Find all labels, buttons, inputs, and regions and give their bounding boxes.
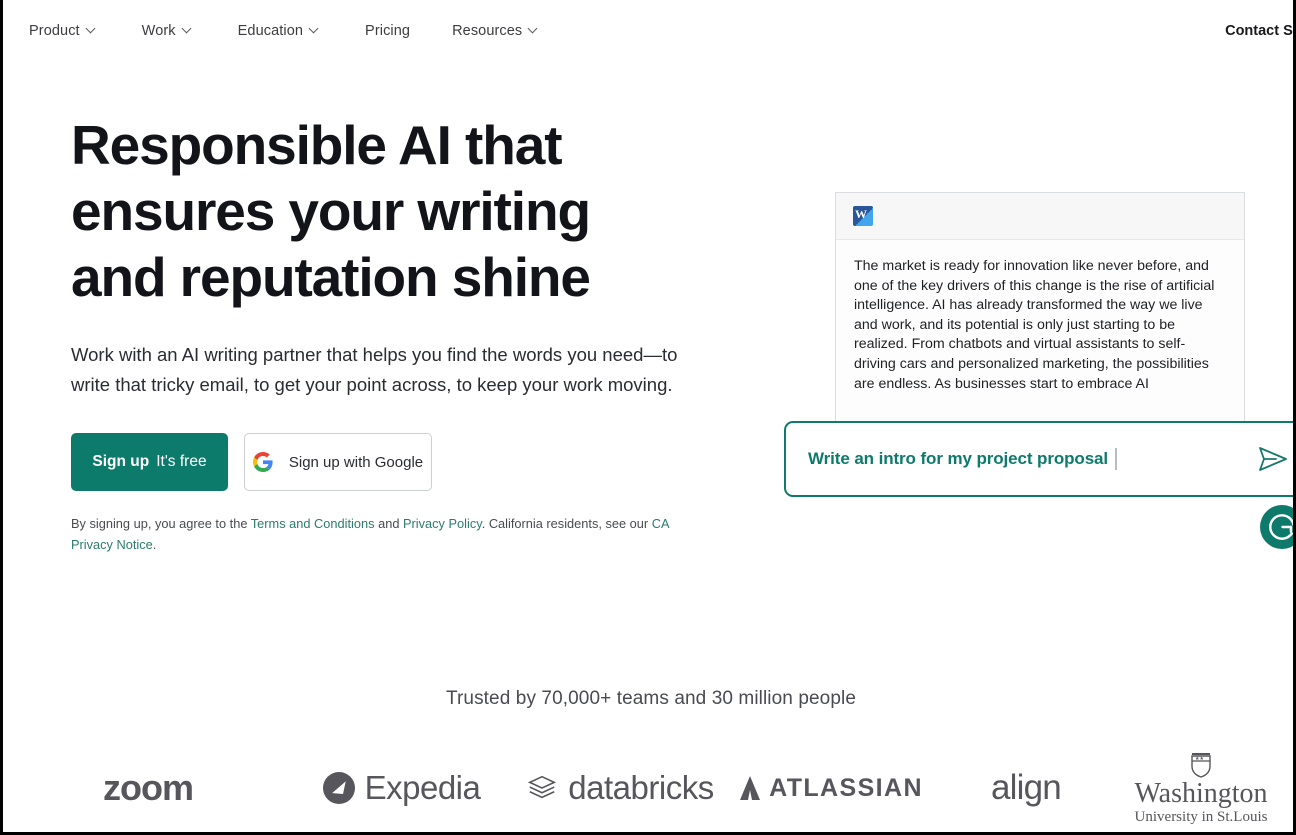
customer-logo-strip: zoom Expedia databricks ATLASSIAN align … [3,748,1293,828]
trusted-by-caption: Trusted by 70,000+ teams and 30 million … [445,688,856,709]
privacy-policy-link[interactable]: Privacy Policy [403,516,482,531]
main-navigation: Product Work Education Pricing Resources… [3,0,1293,62]
legal-text-2: and [374,516,403,531]
hero-section: Responsible AI that ensures your writing… [71,112,771,555]
nav-item-resources[interactable]: Resources [452,23,538,39]
logo-expedia: Expedia [293,769,509,807]
nav-item-product[interactable]: Product [29,23,96,39]
databricks-mark-icon [526,772,558,804]
nav-right-group: Contact Sales [1225,0,1293,62]
browser-viewport: Product Work Education Pricing Resources… [0,0,1296,835]
sign-up-button-suffix: It's free [156,453,207,470]
logo-zoom-label: zoom [103,767,194,808]
document-preview-card: The market is ready for innovation like … [835,192,1245,422]
chevron-down-icon [529,25,538,34]
nav-item-label: Education [237,23,304,39]
legal-disclaimer: By signing up, you agree to the Terms an… [71,513,681,555]
logo-databricks: databricks [509,769,731,807]
nav-item-label: Resources [452,23,523,39]
google-icon [252,452,273,472]
wustl-name-label: Washington [1134,777,1268,809]
nav-item-education[interactable]: Education [238,23,319,39]
terms-and-conditions-link[interactable]: Terms and Conditions [251,516,375,531]
logo-align-label: align [991,768,1062,807]
wustl-sub-label: University in St.Louis [1134,808,1268,825]
send-paper-plane-icon[interactable] [1256,442,1290,476]
nav-item-label: Pricing [365,23,411,39]
ai-prompt-text: Write an intro for my project proposal [808,449,1109,468]
logo-align: align [931,768,1121,808]
sign-up-button[interactable]: Sign up It's free [71,433,228,491]
sign-up-with-google-button[interactable]: Sign up with Google [244,433,432,491]
logo-zoom: zoom [3,767,293,809]
text-cursor [1115,448,1117,470]
nav-item-work[interactable]: Work [142,23,192,39]
logo-databricks-label: databricks [568,769,714,806]
contact-sales-link[interactable]: Contact Sales [1225,23,1293,39]
document-body-text: The market is ready for innovation like … [854,258,1215,392]
nav-item-label: Work [141,23,176,39]
page-title: Responsible AI that ensures your writing… [71,114,591,308]
chevron-down-icon [87,25,96,34]
svg-text:★★: ★★ [1195,756,1204,762]
nav-item-pricing[interactable]: Pricing [365,23,410,39]
logo-washington-university: ★★ Washington University in St.Louis [1121,751,1281,826]
ai-prompt-input[interactable]: Write an intro for my project proposal [784,421,1293,497]
legal-text-1: By signing up, you agree to the [71,516,251,531]
legal-text-4: . [152,537,157,552]
atlassian-mark-icon [739,775,761,801]
document-toolbar [836,193,1244,240]
logo-expedia-label: Expedia [364,769,481,806]
expedia-mark-icon [322,771,356,805]
google-button-label: Sign up with Google [288,453,424,471]
legal-text-3: . California residents, see our [481,516,652,531]
grammarly-g-icon[interactable] [1260,505,1293,549]
chevron-down-icon [310,25,319,34]
cta-button-row: Sign up It's free Sign up with Google [71,433,771,491]
wustl-crest-icon: ★★ [1187,751,1215,779]
logo-atlassian: ATLASSIAN [731,774,931,803]
nav-item-label: Product [29,23,80,39]
microsoft-word-icon [853,206,873,226]
chevron-down-icon [183,25,192,34]
hero-subheadline: Work with an AI writing partner that hel… [71,344,678,395]
logo-atlassian-label: ATLASSIAN [769,773,923,802]
sign-up-button-label: Sign up [92,453,150,470]
